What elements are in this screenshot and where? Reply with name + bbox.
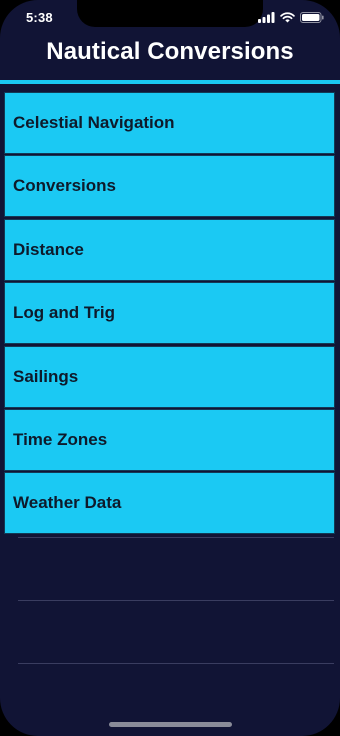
status-time: 5:38 (26, 10, 53, 25)
empty-row-separator (18, 537, 334, 538)
menu-list: Celestial Navigation Conversions Distanc… (4, 92, 335, 535)
page-title: Nautical Conversions (46, 38, 294, 65)
menu-item-conversions[interactable]: Conversions (4, 155, 335, 218)
menu-item-time-zones[interactable]: Time Zones (4, 408, 335, 471)
menu-item-label: Celestial Navigation (13, 113, 175, 132)
menu-item-label: Weather Data (13, 493, 122, 513)
menu-item-weather-data[interactable]: Weather Data (4, 472, 335, 535)
device-notch (77, 0, 263, 27)
menu-item-sailings[interactable]: Sailings (4, 345, 335, 408)
menu-item-label: Sailings (13, 366, 79, 386)
menu-item-log-and-trig[interactable]: Log and Trig (4, 282, 335, 345)
menu-item-label: Distance (13, 239, 84, 259)
title-divider (0, 80, 340, 84)
battery-icon (300, 11, 324, 23)
empty-row-separator (18, 663, 334, 664)
menu-item-label: Time Zones (13, 429, 108, 449)
menu-item-label: Log and Trig (13, 303, 115, 323)
app-screen: 5:38 Nautical Conversions Celestial Navi… (0, 0, 340, 736)
wifi-icon (280, 11, 295, 22)
status-icons (258, 11, 324, 23)
signal-icon (258, 11, 275, 23)
menu-item-celestial-navigation[interactable]: Celestial Navigation (4, 92, 335, 154)
empty-row-separator (18, 600, 334, 601)
menu-item-distance[interactable]: Distance (4, 218, 335, 281)
status-bar: 5:38 (0, 0, 340, 30)
menu-item-label: Conversions (13, 176, 116, 196)
home-indicator[interactable] (109, 722, 232, 727)
